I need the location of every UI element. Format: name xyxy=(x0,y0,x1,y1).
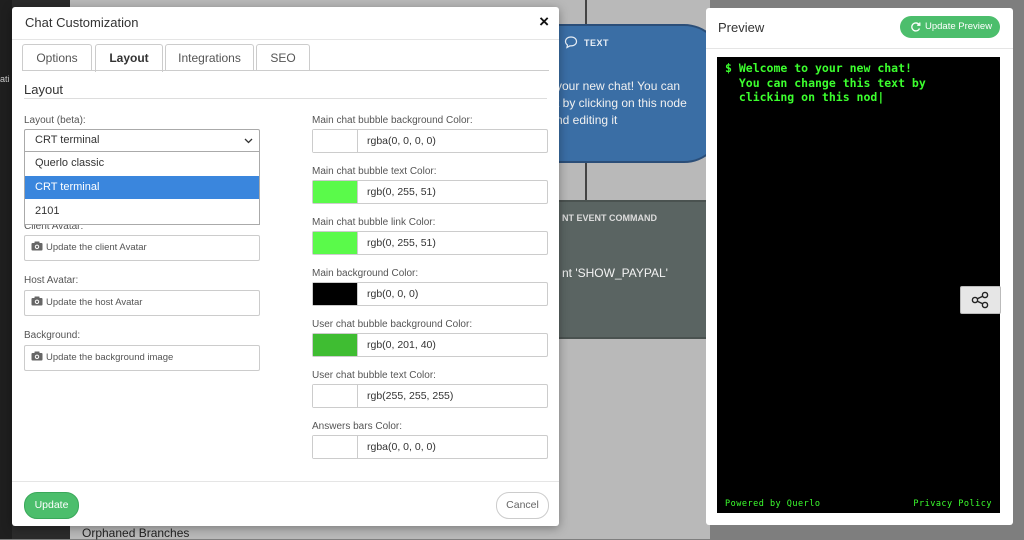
color-label-user-bubble-text: User chat bubble text Color: xyxy=(312,370,436,381)
text-node-header: TEXT xyxy=(584,38,610,48)
color-label-main-bubble-bg: Main chat bubble background Color: xyxy=(312,115,473,126)
color-label-answers-bars: Answers bars Color: xyxy=(312,421,403,432)
background-image-upload[interactable]: Update the background image xyxy=(24,345,260,371)
chat-customization-modal: Chat Customization × Options Layout Inte… xyxy=(12,7,559,526)
privacy-policy-link[interactable]: Privacy Policy xyxy=(913,499,992,509)
text-node-body: your new chat! You can t by clicking on … xyxy=(556,79,687,127)
tab-integrations[interactable]: Integrations xyxy=(165,44,254,71)
color-swatch[interactable] xyxy=(313,334,358,356)
share-button[interactable] xyxy=(960,286,1001,314)
camera-icon xyxy=(31,241,43,251)
color-value: rgb(0, 201, 40) xyxy=(367,339,436,351)
divider xyxy=(706,48,1013,49)
chat-bubble-icon xyxy=(564,36,578,49)
background-label: Background: xyxy=(24,330,81,341)
color-swatch[interactable] xyxy=(313,232,358,254)
divider xyxy=(22,70,549,71)
divider xyxy=(12,39,559,40)
section-title: Layout xyxy=(24,82,64,97)
layout-label: Layout (beta): xyxy=(24,115,86,126)
color-label-user-bubble-bg: User chat bubble background Color: xyxy=(312,319,473,330)
color-value: rgb(255, 255, 255) xyxy=(367,390,454,402)
camera-icon xyxy=(31,351,43,361)
tab-options[interactable]: Options xyxy=(22,44,92,71)
sidebar-label: ati xyxy=(0,74,10,84)
color-field-main-bubble-text[interactable]: rgb(0, 255, 51) xyxy=(312,180,548,204)
host-avatar-button-label: Update the host Avatar xyxy=(46,297,143,308)
color-field-main-bubble-bg[interactable]: rgba(0, 0, 0, 0) xyxy=(312,129,548,153)
color-value: rgb(0, 0, 0) xyxy=(367,288,419,300)
event-node-header: NT EVENT COMMAND xyxy=(562,213,657,223)
color-value: rgb(0, 255, 51) xyxy=(367,237,436,249)
divider xyxy=(12,481,559,482)
modal-title: Chat Customization xyxy=(25,15,139,30)
chevron-down-icon xyxy=(244,138,253,144)
layout-dropdown: Querlo classic CRT terminal 2101 xyxy=(24,151,260,225)
color-swatch[interactable] xyxy=(313,181,358,203)
orphaned-branches-label: Orphaned Branches xyxy=(82,526,190,540)
color-swatch[interactable] xyxy=(313,283,358,305)
layout-select[interactable]: CRT terminal xyxy=(24,129,260,153)
color-swatch[interactable] xyxy=(313,436,358,458)
layout-select-value: CRT terminal xyxy=(35,134,100,146)
color-value: rgba(0, 0, 0, 0) xyxy=(367,441,436,453)
event-node[interactable]: NT EVENT COMMAND nt 'SHOW_PAYPAL' xyxy=(540,200,709,339)
event-node-body: nt 'SHOW_PAYPAL' xyxy=(562,266,668,280)
divider xyxy=(24,98,547,99)
layout-option-2101[interactable]: 2101 xyxy=(25,200,259,223)
color-label-main-bubble-text: Main chat bubble text Color: xyxy=(312,166,437,177)
update-button[interactable]: Update xyxy=(24,492,79,519)
color-field-user-bubble-text[interactable]: rgb(255, 255, 255) xyxy=(312,384,548,408)
preview-panel: Preview Update Preview $ Welcome to your… xyxy=(706,8,1013,525)
update-preview-label: Update Preview xyxy=(925,21,993,32)
layout-option-querlo-classic[interactable]: Querlo classic xyxy=(25,152,259,175)
close-icon[interactable]: × xyxy=(539,12,549,32)
host-avatar-upload[interactable]: Update the host Avatar xyxy=(24,290,260,316)
cancel-button[interactable]: Cancel xyxy=(496,492,549,519)
camera-icon xyxy=(31,296,43,306)
terminal-chat-preview: $ Welcome to your new chat! You can chan… xyxy=(717,57,1000,513)
color-swatch[interactable] xyxy=(313,130,358,152)
preview-title: Preview xyxy=(718,20,765,35)
refresh-icon xyxy=(911,22,921,32)
client-avatar-button-label: Update the client Avatar xyxy=(46,242,147,253)
color-field-answers-bars[interactable]: rgba(0, 0, 0, 0) xyxy=(312,435,548,459)
host-avatar-label: Host Avatar: xyxy=(24,275,79,286)
color-value: rgba(0, 0, 0, 0) xyxy=(367,135,436,147)
color-field-main-bubble-link[interactable]: rgb(0, 255, 51) xyxy=(312,231,548,255)
powered-by-link[interactable]: Powered by Querlo xyxy=(725,499,821,509)
layout-option-crt-terminal[interactable]: CRT terminal xyxy=(25,176,259,199)
background-button-label: Update the background image xyxy=(46,352,174,363)
tab-layout[interactable]: Layout xyxy=(95,44,163,72)
color-swatch[interactable] xyxy=(313,385,358,407)
color-field-main-bg[interactable]: rgb(0, 0, 0) xyxy=(312,282,548,306)
share-icon xyxy=(971,291,989,309)
text-node[interactable]: TEXT your new chat! You can t by clickin… xyxy=(540,24,724,163)
color-value: rgb(0, 255, 51) xyxy=(367,186,436,198)
color-label-main-bg: Main background Color: xyxy=(312,268,419,279)
color-field-user-bubble-bg[interactable]: rgb(0, 201, 40) xyxy=(312,333,548,357)
terminal-message: $ Welcome to your new chat! You can chan… xyxy=(725,61,926,104)
tab-seo[interactable]: SEO xyxy=(256,44,310,71)
color-label-main-bubble-link: Main chat bubble link Color: xyxy=(312,217,436,228)
client-avatar-upload[interactable]: Update the client Avatar xyxy=(24,235,260,261)
update-preview-button[interactable]: Update Preview xyxy=(900,16,1000,38)
